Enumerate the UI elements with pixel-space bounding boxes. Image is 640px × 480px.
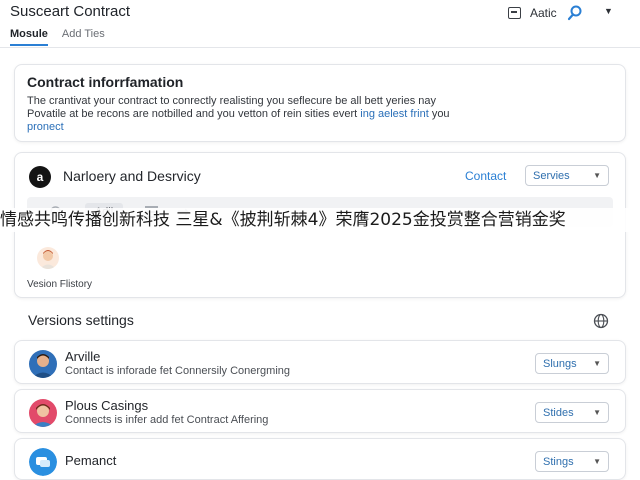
info-line: The crantivat your contract to conrectly… xyxy=(27,95,437,107)
info-line-end: you xyxy=(431,108,450,120)
info-line-text: Povatile at be recons are notbilled and … xyxy=(27,108,358,120)
globe-icon[interactable] xyxy=(593,313,609,329)
avatar xyxy=(37,247,59,269)
tab-bar: Mosule Add Ties xyxy=(10,28,119,46)
section-title: Versions settings xyxy=(28,312,134,328)
list-item: Arville Contact is inforade fet Connersi… xyxy=(14,340,626,384)
box-icon[interactable] xyxy=(508,7,521,19)
row-name: Arville xyxy=(65,349,101,364)
info-link-pronect[interactable]: pronect xyxy=(27,121,613,134)
avatar xyxy=(29,350,57,378)
chevron-down-icon[interactable]: ▼ xyxy=(604,6,613,16)
row-name: Plous Casings xyxy=(65,398,149,413)
chevron-down-icon: ▼ xyxy=(593,171,601,180)
chat-icon xyxy=(29,448,57,476)
contract-info-card: Contract inforrfamation The crantivat yo… xyxy=(14,64,626,142)
services-dropdown[interactable]: Servies ▼ xyxy=(525,165,609,186)
overlay-banner: 情感共鸣传播创新科技 三星&《披荆斩棘4》荣膺2025金投赏整合营销金奖 xyxy=(0,208,640,232)
info-text: The crantivat your contract to conrectly… xyxy=(27,95,613,134)
list-item: Pemanct Stings ▼ xyxy=(14,438,626,480)
avatar xyxy=(29,399,57,427)
header-actions: Aatic xyxy=(508,3,584,23)
row-name: Pemanct xyxy=(65,453,117,468)
chevron-down-icon: ▼ xyxy=(593,457,601,466)
info-line: Povatile at be recons are notbilled and … xyxy=(27,108,613,121)
app-title: Susceart Contract xyxy=(10,3,131,20)
row-settings-dropdown[interactable]: Stings ▼ xyxy=(535,451,609,472)
chevron-down-icon: ▼ xyxy=(593,408,601,417)
row-settings-dropdown[interactable]: Slungs ▼ xyxy=(535,353,609,374)
row-settings-label: Stings xyxy=(543,455,574,468)
brand-logo: a xyxy=(29,166,51,188)
list-item: Plous Casings Connects is infer add fet … xyxy=(14,389,626,433)
row-settings-label: Stides xyxy=(543,406,574,419)
card-title: Narloery and Desrvicy xyxy=(63,168,201,184)
tab-add-ties[interactable]: Add Ties xyxy=(62,28,105,46)
services-label: Servies xyxy=(533,169,570,182)
row-settings-dropdown[interactable]: Stides ▼ xyxy=(535,402,609,423)
header-label[interactable]: Aatic xyxy=(530,6,557,20)
row-description: Connects is infer add fet Contract Affer… xyxy=(65,414,269,426)
version-history-link[interactable]: Vesion Flistory xyxy=(27,279,92,290)
row-settings-label: Slungs xyxy=(543,357,577,370)
tab-mosule[interactable]: Mosule xyxy=(10,28,48,46)
search-icon[interactable] xyxy=(566,4,584,22)
contact-link[interactable]: Contact xyxy=(465,169,506,183)
row-description: Contact is inforade fet Connersily Coner… xyxy=(65,365,291,377)
chevron-down-icon: ▼ xyxy=(593,359,601,368)
info-link[interactable]: ing aelest frint xyxy=(360,108,428,120)
tabs-divider xyxy=(0,47,640,48)
info-title: Contract inforrfamation xyxy=(27,74,184,90)
